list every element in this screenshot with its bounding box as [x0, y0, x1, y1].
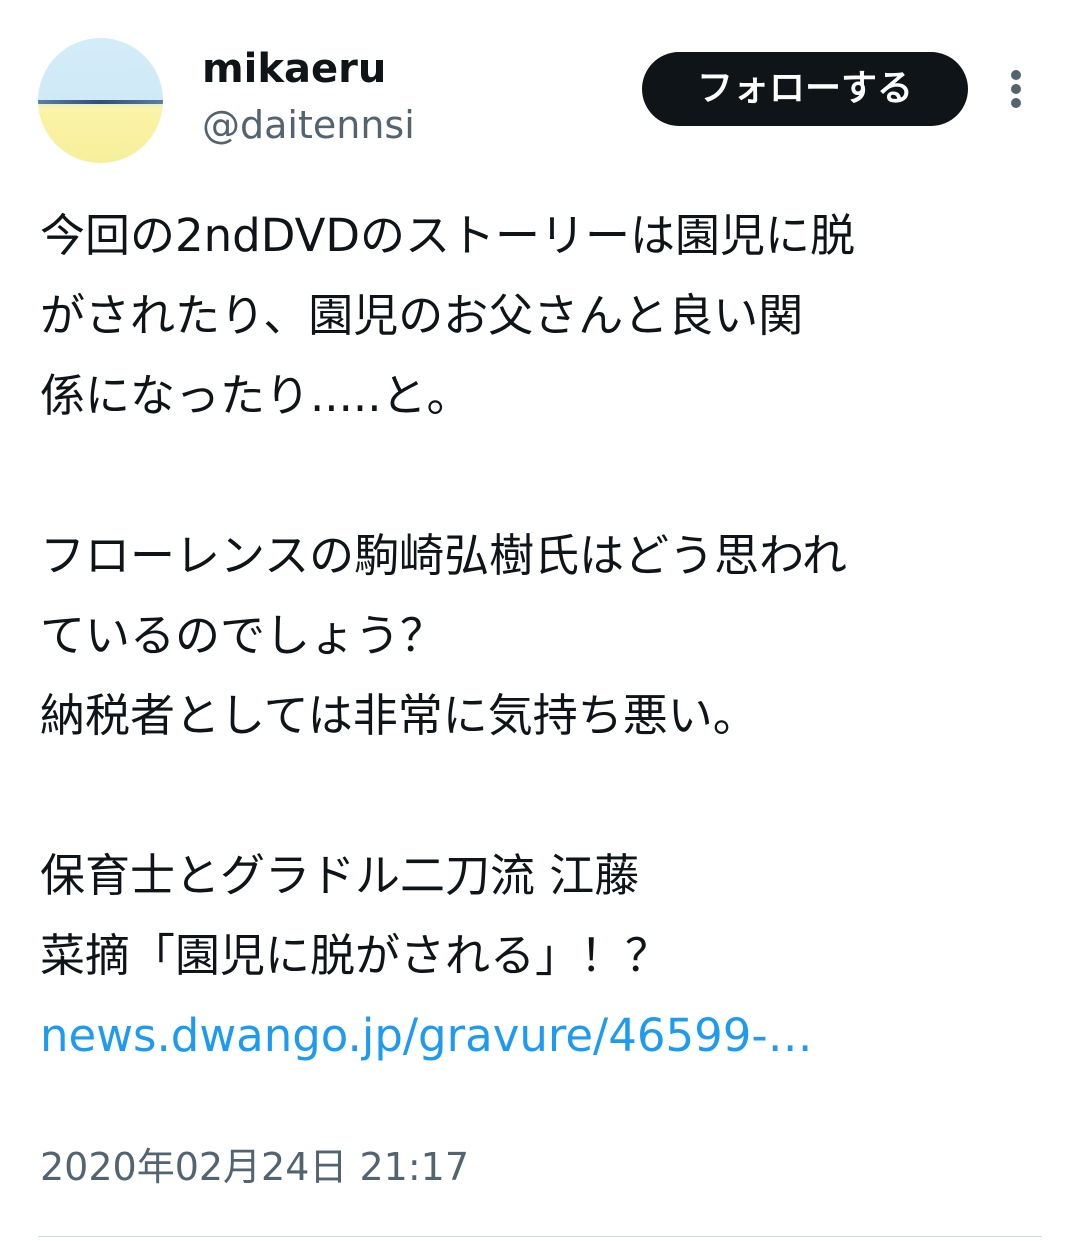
tweet-line: 今回の2ndDVDのストーリーは園児に脱 — [40, 209, 856, 262]
tweet-link-line: news.dwango.jp/gravure/46599-… — [40, 996, 1050, 1076]
display-name[interactable]: mikaeru — [202, 42, 386, 96]
more-icon-dot — [1011, 98, 1021, 108]
divider — [38, 1236, 1042, 1237]
avatar-horizon — [38, 100, 163, 104]
tweet-line: 係になったり.....と。 — [40, 369, 472, 422]
more-icon-dot — [1011, 84, 1021, 94]
tweet-line: 保育士とグラドル二刀流 江藤 — [40, 849, 640, 902]
tweet-line: がされたり、園児のお父さんと良い関 — [40, 289, 804, 342]
tweet-line: 納税者としては非常に気持ち悪い。 — [40, 689, 758, 742]
follow-button[interactable]: フォローする — [642, 52, 968, 126]
tweet-link[interactable]: news.dwango.jp/gravure/46599-… — [40, 1009, 813, 1062]
avatar[interactable] — [38, 38, 163, 163]
more-icon[interactable] — [995, 60, 1039, 118]
tweet-line: ているのでしょう？ — [40, 609, 446, 662]
tweet-line: フローレンスの駒崎弘樹氏はどう思われ — [40, 529, 847, 582]
user-handle[interactable]: @daitennsi — [202, 98, 415, 152]
more-icon-dot — [1011, 70, 1021, 80]
tweet-line: 菜摘「園児に脱がされる」！？ — [40, 929, 671, 982]
tweet-text: 今回の2ndDVDのストーリーは園児に脱 がされたり、園児のお父さんと良い関 係… — [40, 196, 1050, 1076]
tweet-timestamp[interactable]: 2020年02月24日 21:17 — [40, 1140, 469, 1194]
